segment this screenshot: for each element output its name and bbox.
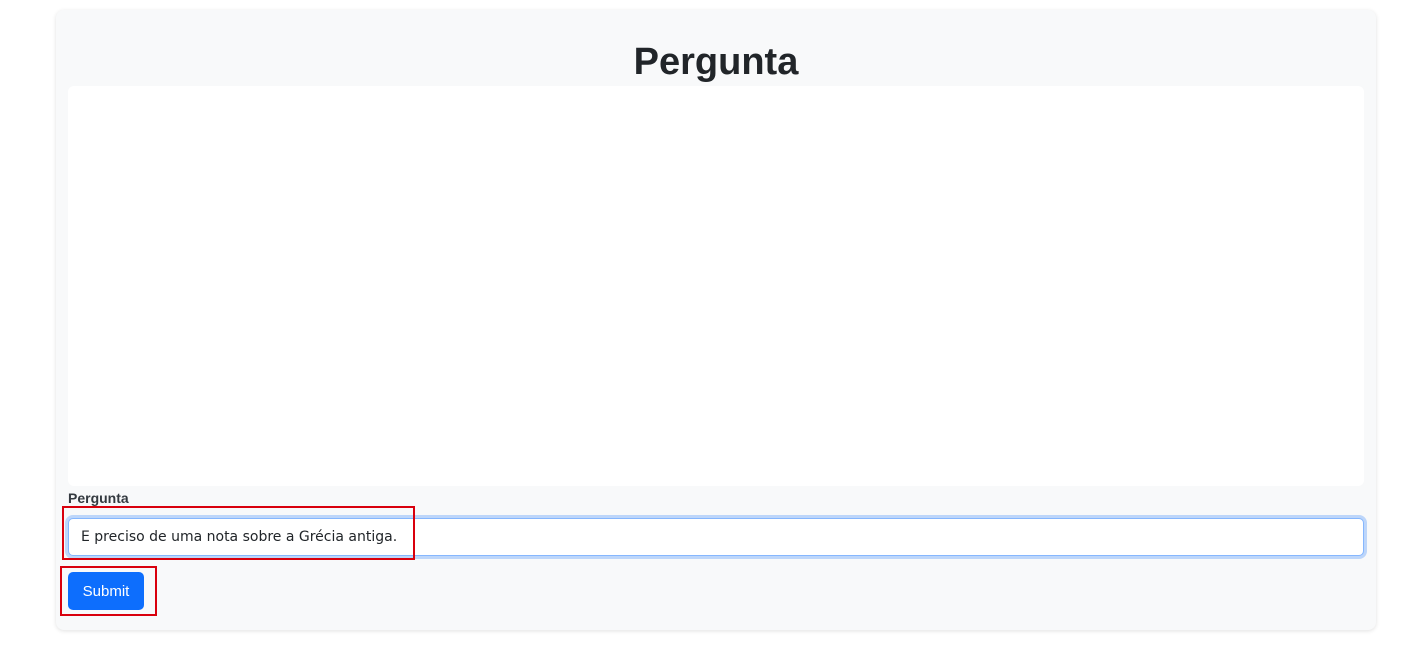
question-label: Pergunta bbox=[68, 490, 129, 506]
submit-button[interactable]: Submit bbox=[68, 572, 144, 610]
page-title: Pergunta bbox=[633, 41, 799, 83]
question-input[interactable] bbox=[68, 518, 1364, 556]
question-card: Pergunta Pergunta Submit bbox=[56, 10, 1376, 630]
response-area bbox=[68, 86, 1364, 486]
